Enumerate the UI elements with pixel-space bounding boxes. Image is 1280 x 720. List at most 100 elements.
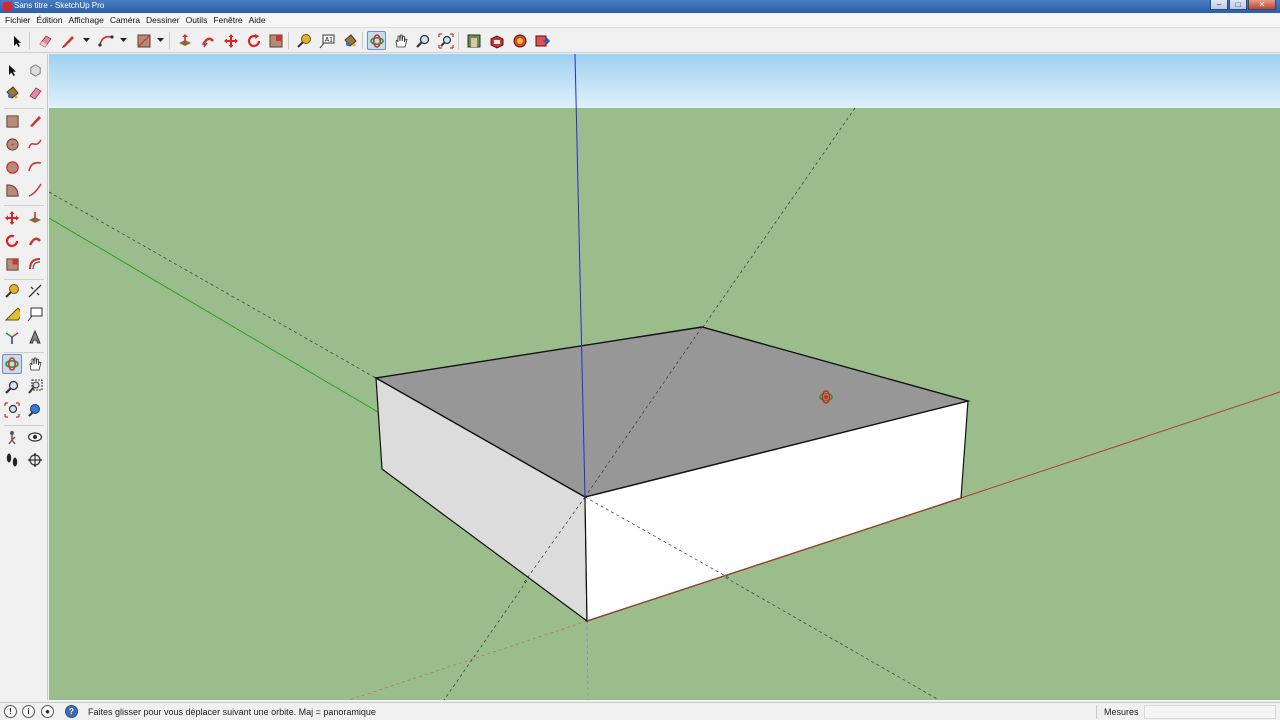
- tape-measure-tool-button[interactable]: [2, 281, 22, 301]
- move-tool-button[interactable]: [2, 208, 22, 228]
- look-around-tool-button[interactable]: [25, 427, 45, 447]
- component-icon: [29, 63, 41, 77]
- circle-tool-button[interactable]: [2, 134, 22, 154]
- maximize-button[interactable]: □: [1229, 0, 1247, 10]
- protractor-tool-button[interactable]: [2, 304, 22, 324]
- follow-me-tool-button[interactable]: [25, 231, 45, 251]
- share-model-button[interactable]: [510, 31, 529, 50]
- menu-aide[interactable]: Aide: [246, 13, 269, 27]
- rotate-tool-button[interactable]: [2, 231, 22, 251]
- tape-measure-tool-button[interactable]: [294, 31, 313, 50]
- dropdown-arrow-icon: [156, 38, 164, 42]
- menu-fichier[interactable]: Fichier: [2, 13, 34, 27]
- position-camera-tool-button[interactable]: [2, 427, 22, 447]
- arrow-cursor-icon: [9, 65, 16, 76]
- offset-tool-button[interactable]: [25, 254, 45, 274]
- move-arrows-icon: [5, 211, 19, 225]
- magnifier-icon: [415, 34, 429, 48]
- pencil-icon: [61, 35, 74, 48]
- geo-location-icon[interactable]: !: [4, 705, 17, 718]
- menu-dessiner[interactable]: Dessiner: [143, 13, 183, 27]
- menu-camera[interactable]: Caméra: [107, 13, 143, 27]
- pan-tool-button[interactable]: [25, 354, 45, 374]
- freehand-tool-button[interactable]: [25, 134, 45, 154]
- menu-affichage[interactable]: Affichage: [66, 13, 107, 27]
- send-to-layout-button[interactable]: [532, 31, 551, 50]
- make-component-button[interactable]: [25, 60, 45, 80]
- line-tool-dropdown[interactable]: [82, 31, 90, 50]
- measurements-input[interactable]: [1144, 705, 1276, 719]
- 3d-text-tool-button[interactable]: [25, 327, 45, 347]
- follow-me-tool-button[interactable]: [198, 31, 217, 50]
- credits-icon[interactable]: i: [22, 705, 35, 718]
- zoom-extents-tool-button[interactable]: [436, 31, 455, 50]
- orbit-icon: [5, 357, 19, 371]
- dropdown-arrow-icon: [119, 38, 127, 42]
- scale-tool-button[interactable]: [2, 254, 22, 274]
- share-model-icon: [513, 34, 526, 47]
- three-point-arc-tool-button[interactable]: [25, 180, 45, 200]
- model-viewport[interactable]: [49, 54, 1280, 700]
- paint-bucket-tool-button[interactable]: [2, 83, 22, 103]
- polygon-tool-button[interactable]: [2, 157, 22, 177]
- scale-icon: [269, 34, 282, 47]
- arc-icon: [28, 161, 42, 172]
- help-icon[interactable]: ?: [65, 705, 78, 718]
- pan-tool-button[interactable]: [391, 31, 410, 50]
- arc-tool-button[interactable]: [96, 31, 115, 50]
- orbit-tool-button[interactable]: [2, 354, 22, 374]
- pie-tool-button[interactable]: [2, 180, 22, 200]
- close-button[interactable]: ✕: [1248, 0, 1276, 10]
- zoom-tool-button[interactable]: [2, 377, 22, 397]
- pan-hand-icon: [395, 34, 407, 47]
- rectangle-tool-button[interactable]: [134, 31, 153, 50]
- section-plane-tool-button[interactable]: [25, 450, 45, 470]
- rectangle-tool-button[interactable]: [2, 111, 22, 131]
- menu-outils[interactable]: Outils: [183, 13, 211, 27]
- text-label-icon: [27, 307, 43, 322]
- extension-warehouse-button[interactable]: [487, 31, 506, 50]
- circle-icon: [5, 137, 19, 151]
- user-icon[interactable]: ●: [41, 705, 54, 718]
- eraser-tool-button[interactable]: [35, 31, 54, 50]
- push-pull-tool-button[interactable]: [25, 208, 45, 228]
- axes-tool-button[interactable]: [2, 327, 22, 347]
- zoom-tool-button[interactable]: [413, 31, 432, 50]
- zoom-extents-tool-button[interactable]: [2, 400, 22, 420]
- eraser-tool-button[interactable]: [25, 83, 45, 103]
- menu-fenetre[interactable]: Fenêtre: [210, 13, 245, 27]
- orbit-icon: [369, 33, 384, 48]
- 3d-warehouse-button[interactable]: [464, 31, 483, 50]
- zoom-window-tool-button[interactable]: [25, 377, 45, 397]
- arc-tool-button[interactable]: [25, 157, 45, 177]
- minimize-button[interactable]: –: [1210, 0, 1228, 10]
- scale-tool-button[interactable]: [266, 31, 285, 50]
- walk-tool-button[interactable]: [2, 450, 22, 470]
- menu-edition[interactable]: Édition: [34, 13, 66, 27]
- move-arrows-icon: [223, 33, 238, 48]
- dimension-icon: [28, 284, 42, 298]
- title-bar: Sans titre - SketchUp Pro – □ ✕: [0, 0, 1280, 13]
- dimension-tool-button[interactable]: [25, 281, 45, 301]
- text-tool-button[interactable]: A1: [317, 31, 336, 50]
- line-tool-button[interactable]: [58, 31, 77, 50]
- line-tool-button[interactable]: [25, 111, 45, 131]
- position-camera-icon: [8, 431, 16, 445]
- viewport-canvas[interactable]: [49, 54, 1280, 700]
- paint-bucket-tool-button[interactable]: [340, 31, 359, 50]
- offset-icon: [29, 258, 41, 270]
- select-tool-button[interactable]: [2, 60, 22, 80]
- rectangle-icon: [5, 114, 19, 128]
- orbit-tool-button[interactable]: [367, 31, 386, 50]
- push-pull-icon: [29, 212, 41, 223]
- menu-bar: Fichier Édition Affichage Caméra Dessine…: [0, 13, 1280, 28]
- rotate-tool-button[interactable]: [244, 31, 263, 50]
- push-pull-tool-button[interactable]: [175, 31, 194, 50]
- move-tool-button[interactable]: [221, 31, 240, 50]
- extension-warehouse-icon: [490, 34, 503, 49]
- shape-tool-dropdown[interactable]: [156, 31, 164, 50]
- arc-tool-dropdown[interactable]: [119, 31, 127, 50]
- previous-view-button[interactable]: [25, 400, 45, 420]
- select-tool-button[interactable]: [7, 31, 26, 50]
- text-tool-button[interactable]: [25, 304, 45, 324]
